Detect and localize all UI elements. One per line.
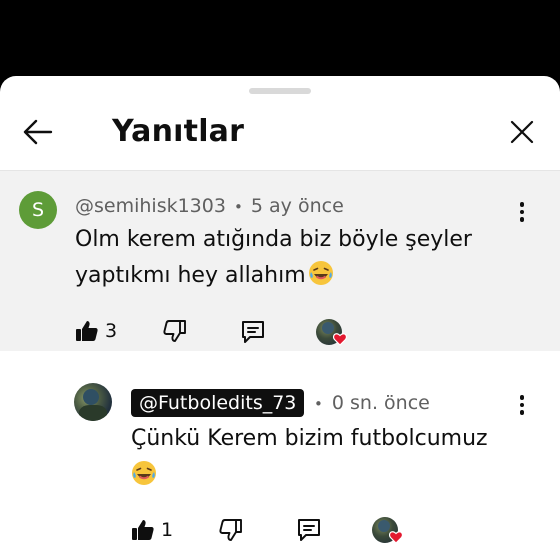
reply-time: 0 sn. önce <box>331 392 430 414</box>
more-vert-dot <box>519 209 525 215</box>
thumbs-down-icon <box>163 320 186 342</box>
sheet-header: Yanıtlar <box>0 76 560 171</box>
more-vert-dot <box>519 217 525 222</box>
creator-heart-icon <box>389 531 403 544</box>
reply-author-chip[interactable]: @Futboledits_73 <box>131 389 305 417</box>
reply-dislike-button[interactable] <box>219 518 243 542</box>
reply-icon <box>298 519 320 541</box>
page-title: Yanıtlar <box>112 114 245 149</box>
reply-text-line-2 <box>131 458 157 494</box>
reply-more-options-button[interactable] <box>510 390 534 420</box>
like-button[interactable]: 3 <box>75 319 117 343</box>
like-count: 3 <box>105 320 118 342</box>
comment-meta: @semihisk1303 • 5 ay önce <box>75 193 344 220</box>
reply-text-line-1: Çünkü Kerem bizim futbolcumuz <box>131 426 488 451</box>
creator-heart-icon <box>333 333 347 346</box>
reply-icon <box>242 321 264 343</box>
comment-text-line-2: yaptıkmı hey allahım <box>75 258 334 294</box>
back-button[interactable] <box>16 114 60 150</box>
more-vert-dot <box>519 402 525 408</box>
creator-heart-badge <box>316 319 348 349</box>
comment-time: 5 ay önce <box>250 195 344 217</box>
more-vert-dot <box>519 410 525 415</box>
reply-like-button[interactable]: 1 <box>131 518 173 542</box>
dislike-button[interactable] <box>163 319 187 343</box>
close-icon <box>510 120 534 144</box>
reply-meta: • 0 sn. önce <box>314 390 430 417</box>
back-arrow-icon <box>23 119 53 145</box>
thumbs-up-filled-icon <box>76 321 98 341</box>
replies-sheet: Yanıtlar S @semihisk1303 • 5 ay önce Olm… <box>0 76 560 560</box>
comment-author[interactable]: @semihisk1303 <box>75 195 226 217</box>
reply-creator-heart-badge <box>372 517 404 547</box>
more-options-button[interactable] <box>510 197 534 227</box>
reply-reply-button[interactable] <box>296 517 322 543</box>
laughing-emoji-icon <box>132 461 156 485</box>
meta-separator: • <box>234 198 243 216</box>
thumbs-down-icon <box>219 519 242 541</box>
meta-separator: • <box>314 395 323 413</box>
avatar[interactable]: S <box>19 191 57 229</box>
more-vert-icon <box>519 202 525 207</box>
more-vert-icon <box>519 395 525 400</box>
comment-text-line-1: Olm kerem atığında biz böyle şeyler <box>75 227 472 252</box>
reply-avatar[interactable] <box>74 383 112 421</box>
reply-button[interactable] <box>240 319 266 345</box>
thumbs-up-filled-icon <box>132 520 154 540</box>
comment-text-line-2-text: yaptıkmı hey allahım <box>75 263 306 288</box>
close-button[interactable] <box>502 114 542 150</box>
laughing-emoji-icon <box>308 261 333 285</box>
reply-like-count: 1 <box>161 519 174 541</box>
